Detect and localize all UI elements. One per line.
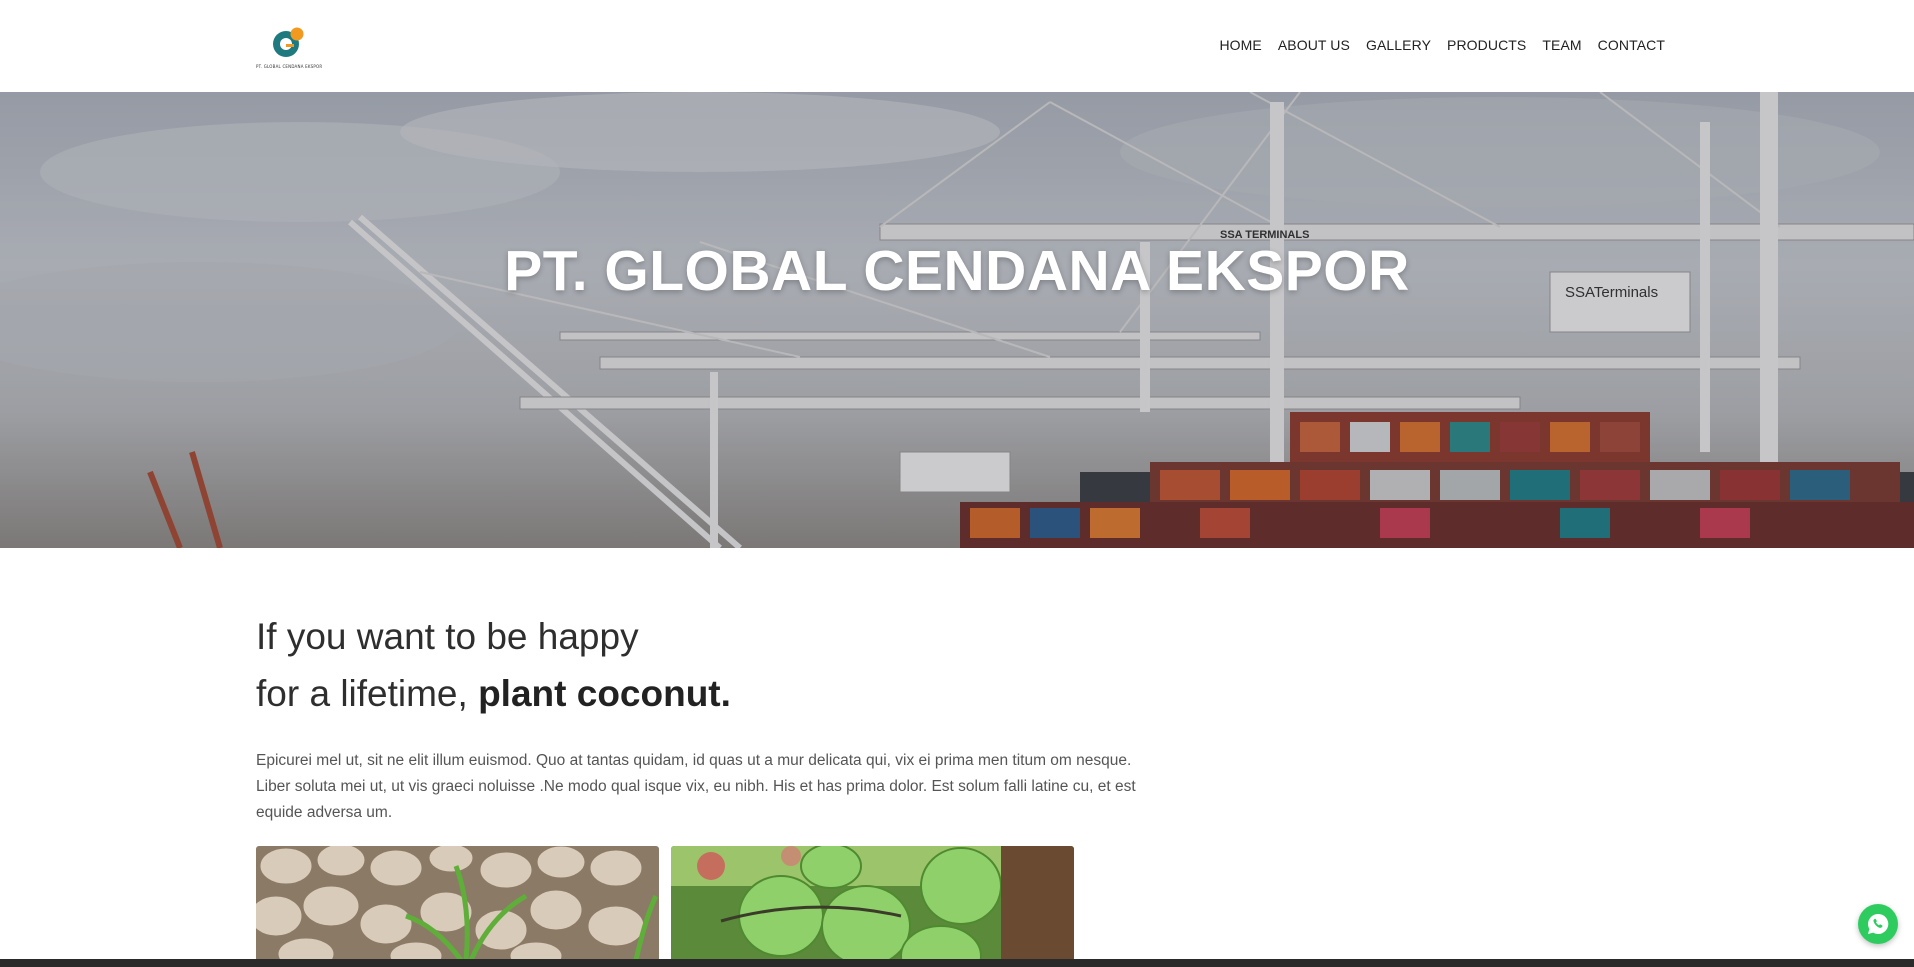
nav-item-home[interactable]: HOME (1219, 34, 1261, 56)
site-header: PT. GLOBAL CENDANA EKSPOR HOME ABOUT US … (0, 0, 1914, 92)
main-nav: HOME ABOUT US GALLERY PRODUCTS TEAM CONT… (1219, 34, 1665, 56)
hero-overlay (0, 92, 1914, 548)
gallery-thumbnails (256, 846, 1074, 960)
hero-title: PT. GLOBAL CENDANA EKSPOR (504, 239, 1410, 303)
page: PT. GLOBAL CENDANA EKSPOR HOME ABOUT US … (0, 0, 1914, 967)
intro-section: If you want to be happy for a lifetime, … (256, 608, 1156, 826)
nav-item-team[interactable]: TEAM (1542, 34, 1581, 56)
bottom-bar (0, 959, 1914, 967)
nav-item-contact[interactable]: CONTACT (1598, 34, 1665, 56)
headline-line-2-bold: plant coconut. (478, 673, 731, 714)
headline-line-2-prefix: for a lifetime, (256, 673, 479, 714)
green-coconuts-image[interactable] (671, 846, 1074, 960)
hero-banner: SSATerminals SSA TERMINALS PT. GLOBAL CE… (0, 92, 1914, 548)
intro-headline: If you want to be happy for a lifetime, … (256, 608, 1156, 722)
nav-item-about-us[interactable]: ABOUT US (1278, 34, 1350, 56)
intro-paragraph: Epicurei mel ut, sit ne elit illum euism… (256, 752, 1136, 821)
company-logo[interactable]: PT. GLOBAL CENDANA EKSPOR (256, 24, 322, 70)
whatsapp-icon (1868, 913, 1889, 934)
nav-item-gallery[interactable]: GALLERY (1366, 34, 1431, 56)
headline-line-1: If you want to be happy (256, 616, 639, 657)
coconut-seedlings-image[interactable] (256, 846, 659, 960)
nav-item-products[interactable]: PRODUCTS (1447, 34, 1526, 56)
logo-mark-icon (273, 27, 304, 57)
logo-caption: PT. GLOBAL CENDANA EKSPOR (256, 64, 323, 69)
whatsapp-button[interactable] (1858, 904, 1898, 944)
